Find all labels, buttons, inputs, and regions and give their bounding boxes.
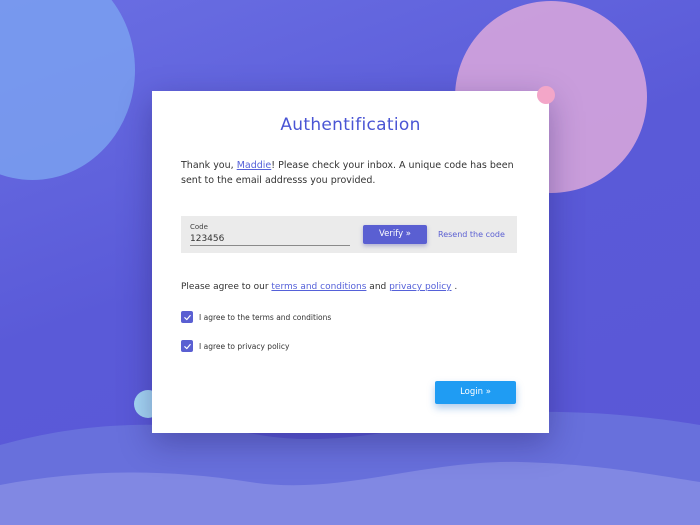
terms-checkbox-row[interactable]: I agree to the terms and conditions	[181, 311, 331, 323]
page-title: Authentification	[280, 115, 421, 135]
privacy-link[interactable]: privacy policy	[389, 282, 451, 292]
intro-text-start: Thank you,	[181, 160, 237, 171]
privacy-checkbox[interactable]	[181, 340, 193, 352]
code-input[interactable]	[190, 233, 350, 246]
resend-code-link[interactable]: Resend the code	[438, 230, 505, 239]
verify-button[interactable]: Verify »	[363, 225, 427, 244]
code-verification-bar: Code Verify » Resend the code	[181, 216, 517, 253]
decorative-circle-left	[0, 0, 135, 180]
authentication-card: Authentification Thank you, Maddie! Plea…	[152, 91, 549, 433]
check-icon	[183, 343, 191, 349]
privacy-checkbox-label: I agree to privacy policy	[199, 341, 290, 351]
login-button[interactable]: Login »	[435, 381, 516, 404]
agreement-suffix: .	[451, 282, 458, 292]
intro-message: Thank you, Maddie! Please check your inb…	[181, 158, 526, 188]
decorative-dot-pink	[537, 86, 555, 104]
agreement-prefix: Please agree to our	[181, 282, 272, 292]
check-icon	[183, 314, 191, 320]
privacy-checkbox-row[interactable]: I agree to privacy policy	[181, 340, 289, 352]
user-name-link[interactable]: Maddie	[237, 160, 272, 171]
agreement-prompt: Please agree to our terms and conditions…	[181, 282, 457, 292]
terms-link[interactable]: terms and conditions	[271, 282, 366, 292]
terms-checkbox[interactable]	[181, 311, 193, 323]
terms-checkbox-label: I agree to the terms and conditions	[199, 312, 332, 322]
agreement-middle: and	[366, 282, 390, 292]
code-label: Code	[190, 223, 208, 231]
